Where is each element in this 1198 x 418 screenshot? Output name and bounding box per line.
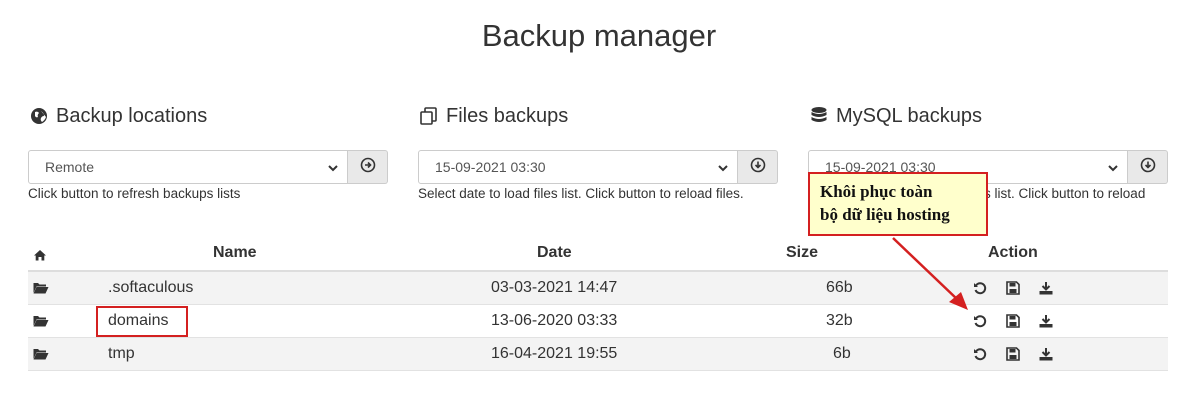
download-icon[interactable] [1037, 345, 1055, 363]
files-backup-date-select[interactable]: 15-09-2021 03:30 [418, 150, 738, 184]
backup-locations-panel: Backup locations Remote Click button to … [28, 104, 388, 201]
refresh-circle-icon [360, 157, 376, 178]
mysql-backups-heading: MySQL backups [808, 104, 1168, 128]
row-name[interactable]: .softaculous [108, 279, 193, 297]
save-icon[interactable] [1004, 345, 1022, 363]
backup-location-select[interactable]: Remote [28, 150, 348, 184]
row-date: 16-04-2021 19:55 [491, 345, 618, 362]
row-date: 03-03-2021 14:47 [491, 279, 618, 296]
column-header-action: Action [988, 244, 1038, 261]
folder-open-icon [33, 347, 49, 365]
backup-locations-title: Backup locations [56, 104, 208, 127]
folder-open-icon [33, 314, 49, 332]
table-header: Name Date Size Action [28, 236, 1168, 272]
files-backups-panel: Files backups 15-09-2021 03:30 Select da… [418, 104, 778, 201]
save-icon[interactable] [1004, 279, 1022, 297]
files-backup-selected: 15-09-2021 03:30 [435, 159, 546, 175]
reload-mysql-button[interactable] [1128, 150, 1168, 184]
row-actions [971, 345, 1055, 363]
row-size: 66b [826, 279, 853, 296]
row-size: 6b [833, 345, 851, 362]
save-icon[interactable] [1004, 312, 1022, 330]
page-title: Backup manager [481, 18, 717, 53]
chevron-down-icon [1107, 161, 1119, 177]
column-header-name[interactable]: Name [213, 244, 257, 262]
backup-location-selected: Remote [45, 159, 95, 175]
row-size: 32b [826, 312, 853, 329]
mysql-backups-title: MySQL backups [836, 104, 982, 127]
row-name[interactable]: tmp [108, 345, 135, 363]
chevron-down-icon [327, 161, 339, 177]
copy-icon [418, 106, 440, 126]
home-icon[interactable] [33, 248, 47, 266]
column-header-size[interactable]: Size [786, 244, 818, 262]
download-circle-icon [750, 157, 766, 178]
table-row[interactable]: tmp 16-04-2021 19:55 6b [28, 338, 1168, 371]
files-backups-title: Files backups [446, 104, 569, 127]
table-row[interactable]: .softaculous 03-03-2021 14:47 66b [28, 272, 1168, 305]
download-circle-icon [1140, 157, 1156, 178]
restore-icon[interactable] [971, 279, 989, 297]
domains-highlight-box [96, 306, 188, 337]
restore-icon[interactable] [971, 312, 989, 330]
row-actions [971, 312, 1055, 330]
database-icon [808, 106, 830, 126]
column-header-date[interactable]: Date [537, 244, 572, 262]
table-row[interactable]: domains 13-06-2020 03:33 32b [28, 305, 1168, 338]
restore-icon[interactable] [971, 345, 989, 363]
chevron-down-icon [717, 161, 729, 177]
refresh-backups-button[interactable] [348, 150, 388, 184]
annotation-callout: Khôi phục toàn bộ dữ liệu hosting [808, 172, 988, 236]
backup-locations-heading: Backup locations [28, 104, 388, 128]
row-actions [971, 279, 1055, 297]
callout-line-1: Khôi phục toàn [820, 182, 933, 201]
reload-files-button[interactable] [738, 150, 778, 184]
download-icon[interactable] [1037, 312, 1055, 330]
download-icon[interactable] [1037, 279, 1055, 297]
files-backups-heading: Files backups [418, 104, 778, 128]
folder-open-icon [33, 281, 49, 299]
backup-files-table: Name Date Size Action .softaculous 03-03… [28, 236, 1168, 371]
globe-icon [28, 106, 50, 126]
files-backups-hint: Select date to load files list. Click bu… [418, 186, 744, 201]
row-date: 13-06-2020 03:33 [491, 312, 618, 329]
backup-locations-hint: Click button to refresh backups lists [28, 186, 241, 201]
callout-line-2: bộ dữ liệu hosting [820, 205, 950, 224]
